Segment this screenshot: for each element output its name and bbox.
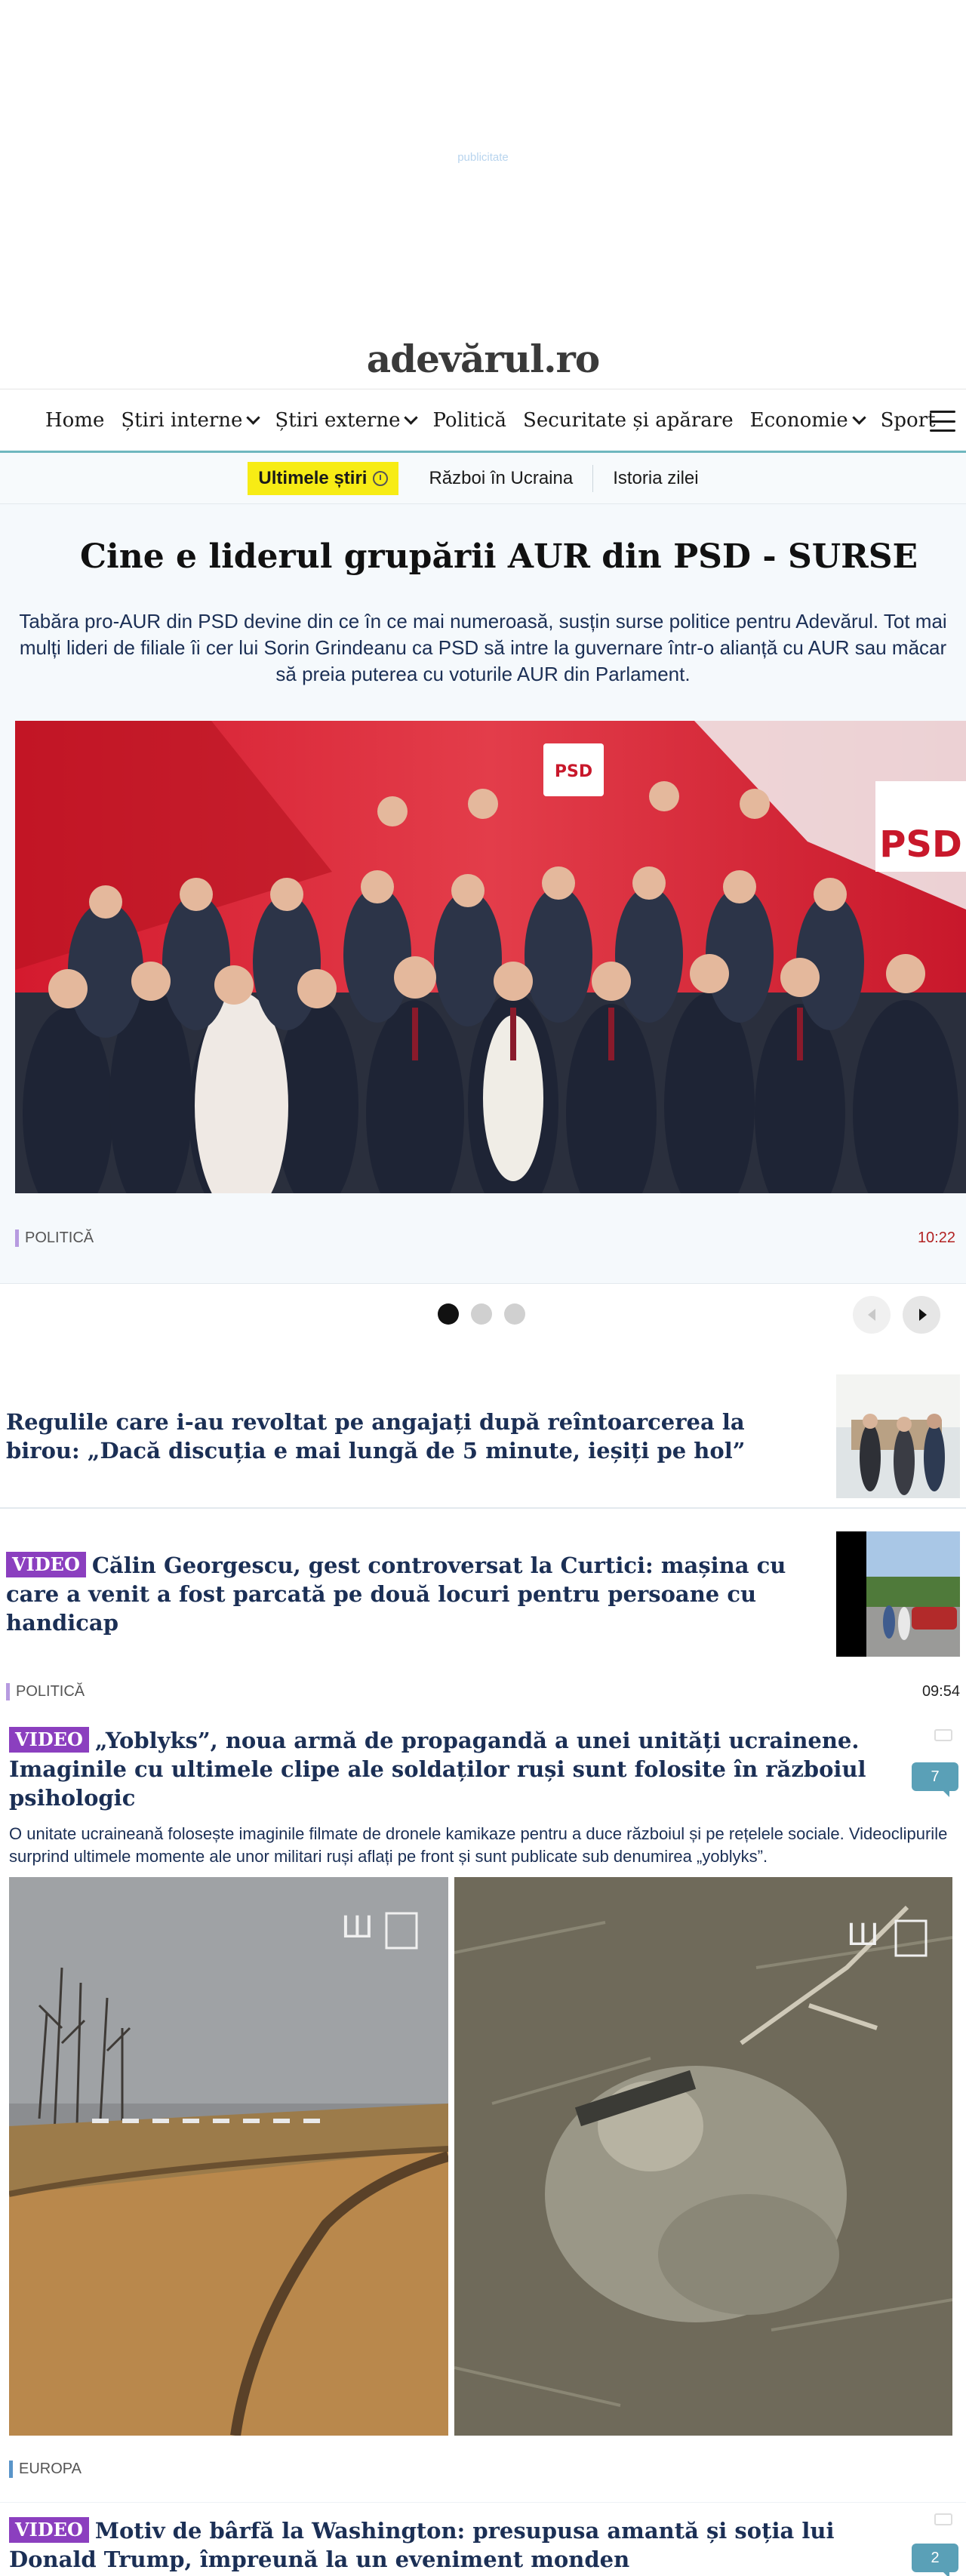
nav-label: Economie [749,408,848,432]
sub-nav: Ultimele știri Război în Ucraina Istoria… [0,453,966,504]
nav-item-stiri-externe[interactable]: Știri externe [275,408,419,432]
carousel-dots [438,1303,537,1325]
featured-description: O unitate ucraineană folosește imaginile… [9,1824,948,1866]
header: adevărul.ro [0,325,966,389]
chevron-down-icon [851,411,866,425]
group-photo: PSD PSD [15,721,966,1193]
drone-image-left: Ш [9,1877,448,2436]
featured-images[interactable]: Ш Ш [9,1877,957,2436]
video-badge: VIDEO [9,2517,89,2543]
trench-photo: Ш [9,1877,448,2436]
carousel-dot-3[interactable] [504,1303,525,1325]
latest-news-label: Ultimele știri [258,467,368,488]
story-title[interactable]: VIDEO Călin Georgescu, gest controversat … [6,1551,836,1637]
psd-banner-text: PSD [879,823,962,866]
carousel-next-button[interactable] [903,1296,940,1334]
nav-item-home[interactable]: Home [45,409,104,432]
category-label[interactable]: POLITICĂ [6,1682,85,1700]
comment-count-badge[interactable]: 7 [912,1762,958,1797]
story-title-text: Călin Georgescu, gest controversat la Cu… [6,1553,786,1636]
chevron-down-icon [246,411,261,425]
nav-label: Politică [432,408,507,432]
psd-logo-text: PSD [555,762,592,781]
video-badge: VIDEO [6,1552,86,1577]
nav-label: Știri interne [121,408,243,432]
story-row[interactable]: VIDEO Călin Georgescu, gest controversat … [0,1524,966,1664]
subnav-item-ukraine[interactable]: Război în Ucraina [409,465,592,492]
nav-label: Știri externe [275,408,401,432]
featured-story[interactable]: 7 VIDEO „Yoblyks”, noua armă de propagand… [0,1719,966,2502]
subnav-item-history[interactable]: Istoria zilei [592,464,718,492]
nav-item-stiri-interne[interactable]: Știri interne [121,408,261,432]
soldier-photo: Ш [454,1877,952,2436]
video-camera-icon [934,2513,952,2525]
hero-story[interactable]: Cine e liderul grupării AUR din PSD - SU… [0,504,966,1284]
clock-icon [373,470,389,486]
nav-item-securitate[interactable]: Securitate și apărare [523,409,734,432]
menu-icon[interactable] [930,411,955,432]
carousel-controls [0,1284,966,1344]
category-label[interactable]: POLITICĂ [15,1230,94,1247]
nav-label: Home [45,408,105,432]
hero-meta: POLITICĂ 10:22 [0,1193,966,1284]
hero-image[interactable]: PSD PSD [15,721,966,1193]
timestamp: 10:22 [917,1230,955,1246]
story-row[interactable]: Regulile care i-au revoltat pe angajați … [0,1365,966,1509]
hero-description: Tabăra pro-AUR din PSD devine din ce în … [19,610,947,685]
video-camera-icon [934,1729,952,1741]
nav-label: Sport [880,408,936,432]
nav-item-economie[interactable]: Economie [749,408,866,432]
featured-title[interactable]: VIDEO „Yoblyks”, noua armă de propagandă … [9,1726,892,1812]
main-nav: Home Știri interne Știri externe Politic… [0,389,966,453]
ad-slot: publicitate [0,0,966,325]
story-title[interactable]: VIDEO Motiv de bârfă la Washington: presu… [9,2516,892,2574]
story-meta: POLITICĂ 09:54 [0,1664,966,1719]
carousel-prev-button[interactable] [853,1296,891,1334]
featured-meta: EUROPA [9,2436,957,2502]
hero-title[interactable]: Cine e liderul grupării AUR din PSD - SU… [0,504,966,587]
story-title-text: Motiv de bârfă la Washington: presupusa … [9,2518,835,2572]
ad-label: publicitate [457,151,509,164]
chevron-down-icon [404,411,419,425]
unit-emblem: Ш [341,1910,374,1945]
timestamp: 09:54 [921,1682,960,1700]
nav-label: Securitate și apărare [523,408,734,432]
story-thumbnail[interactable] [836,1374,960,1498]
story-thumbnail[interactable] [836,1531,960,1657]
nav-item-politica[interactable]: Politică [432,409,506,432]
office-photo [836,1374,960,1498]
featured-title-text: „Yoblyks”, noua armă de propagandă a une… [9,1728,866,1811]
story-row[interactable]: 2 VIDEO Motiv de bârfă la Washington: pre… [0,2502,966,2576]
drone-image-right: Ш [454,1877,952,2436]
chevron-left-icon [868,1309,875,1321]
latest-news-button[interactable]: Ultimele știri [248,461,399,495]
site-logo[interactable]: adevărul.ro [367,337,600,381]
carousel-dot-1[interactable] [438,1303,459,1325]
comment-count-badge[interactable]: 2 [912,2544,958,2576]
carousel-dot-2[interactable] [471,1303,492,1325]
street-photo [836,1531,960,1657]
unit-emblem: Ш [847,1918,879,1953]
video-badge: VIDEO [9,1727,89,1753]
category-label[interactable]: EUROPA [9,2460,82,2478]
story-title[interactable]: Regulile care i-au revoltat pe angajați … [6,1408,836,1465]
chevron-right-icon [919,1309,927,1321]
nav-item-sport[interactable]: Sport [881,409,936,432]
